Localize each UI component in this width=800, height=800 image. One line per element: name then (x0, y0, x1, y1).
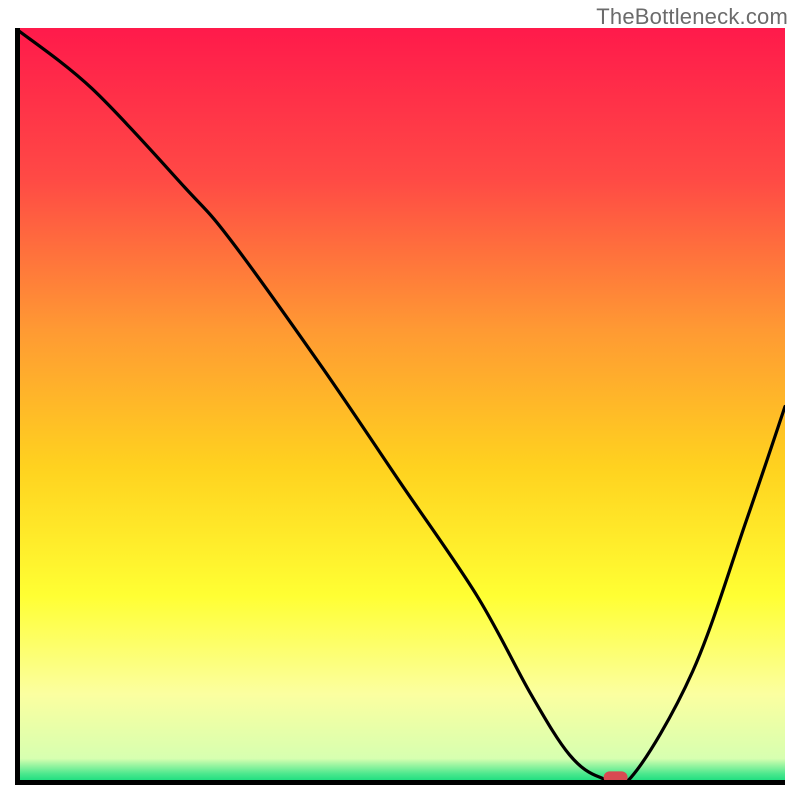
chart-stage: TheBottleneck.com (0, 0, 800, 800)
axes-frame (15, 28, 785, 785)
watermark-text: TheBottleneck.com (596, 4, 788, 30)
